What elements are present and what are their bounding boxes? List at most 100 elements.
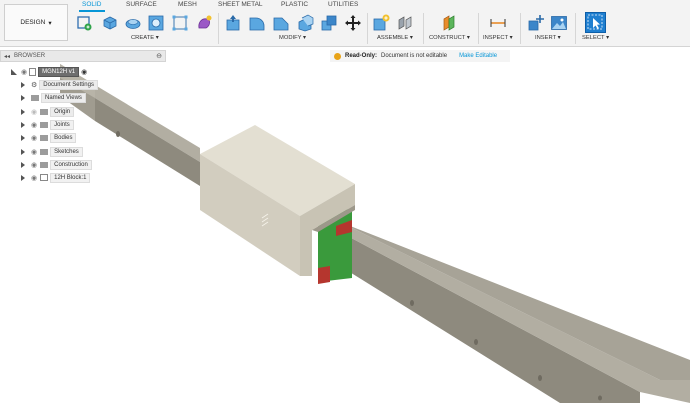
new-component-icon[interactable] [372, 14, 390, 32]
expand-triangle-icon[interactable] [21, 161, 25, 168]
chamfer-icon[interactable] [272, 14, 290, 32]
radio-active-icon[interactable]: ◉ [81, 68, 87, 76]
folder-icon [31, 94, 39, 101]
folder-icon [40, 148, 49, 155]
fillet-icon[interactable] [248, 14, 266, 32]
tab-plastic[interactable]: PLASTIC [281, 1, 308, 8]
folder-icon [40, 134, 49, 141]
insert-derive-icon[interactable] [527, 14, 545, 32]
expand-triangle-icon[interactable] [21, 174, 25, 181]
eye-icon[interactable]: ◉ [31, 174, 37, 182]
design-workspace-button[interactable]: DESIGN ▾ [4, 4, 68, 41]
toolbar-separator [575, 13, 576, 44]
expand-triangle-icon[interactable] [21, 81, 25, 88]
create-menu[interactable]: CREATE ▾ [131, 35, 159, 41]
browser-root-label[interactable]: MGN12H v1 [38, 66, 80, 77]
shell-icon[interactable] [296, 14, 314, 32]
eye-icon[interactable]: ◉ [21, 68, 27, 76]
folder-icon [40, 108, 49, 115]
move-copy-icon[interactable] [344, 14, 362, 32]
toolbar-separator [478, 13, 479, 44]
caret-down-icon: ▾ [48, 19, 52, 27]
modify-menu[interactable]: MODIFY ▾ [279, 35, 306, 41]
browser-title: BROWSER [14, 53, 46, 59]
browser-item-label: Joints [50, 119, 74, 130]
tab-sheet-metal[interactable]: SHEET METAL [218, 1, 263, 8]
tab-surface[interactable]: SURFACE [126, 1, 157, 8]
browser-item-label: Named Views [41, 92, 86, 103]
browser-item-12h-block[interactable]: ◉ 12H Block:1 [21, 172, 91, 183]
assemble-menu[interactable]: ASSEMBLE ▾ [377, 35, 413, 41]
expand-triangle-icon[interactable] [21, 121, 25, 128]
eye-icon[interactable]: ◉ [31, 121, 37, 129]
select-label: SELECT [582, 35, 605, 41]
select-menu[interactable]: SELECT ▾ [582, 35, 609, 41]
browser-panel-header[interactable]: ◂◂ BROWSER ⊖ [0, 50, 166, 62]
toolbar-separator [218, 13, 219, 44]
insert-menu[interactable]: INSERT ▾ [535, 35, 561, 41]
expand-triangle-icon[interactable] [21, 108, 25, 115]
measure-icon[interactable] [489, 14, 507, 32]
insert-image-icon[interactable] [550, 14, 568, 32]
hole-icon[interactable] [147, 14, 165, 32]
combine-icon[interactable] [320, 14, 338, 32]
browser-item-construction[interactable]: ◉ Construction [21, 159, 92, 170]
pattern-icon[interactable] [171, 14, 189, 32]
3d-viewport[interactable] [0, 47, 690, 403]
expanded-triangle-icon[interactable] [11, 68, 17, 75]
assemble-label: ASSEMBLE [377, 35, 409, 41]
browser-root-row[interactable]: ◉ MGN12H v1 ◉ [11, 66, 87, 77]
browser-item-sketches[interactable]: ◉ Sketches [21, 146, 83, 157]
eye-icon[interactable]: ◉ [31, 148, 37, 156]
revolve-icon[interactable] [124, 14, 142, 32]
lock-icon [334, 52, 341, 60]
eye-icon[interactable]: ◉ [31, 161, 37, 169]
expand-triangle-icon[interactable] [21, 148, 25, 155]
expand-triangle-icon[interactable] [21, 134, 25, 141]
browser-item-label: 12H Block:1 [50, 172, 91, 183]
toolbar-separator [367, 13, 368, 44]
block-end-seal-red [318, 266, 330, 284]
folder-icon [40, 161, 49, 168]
browser-item-bodies[interactable]: ◉ Bodies [21, 132, 77, 143]
construct-menu[interactable]: CONSTRUCT ▾ [429, 35, 470, 41]
insert-label: INSERT [535, 35, 557, 41]
collapse-panel-icon[interactable]: ◂◂ [4, 53, 10, 60]
tab-mesh[interactable]: MESH [178, 1, 197, 8]
read-only-title: Read-Only: [345, 53, 378, 59]
active-tab-indicator [79, 10, 105, 12]
browser-item-document-settings[interactable]: ⚙ Document Settings [21, 79, 98, 90]
offset-plane-icon[interactable] [440, 14, 458, 32]
rail-side-face [340, 232, 640, 403]
toolbar: DESIGN ▾ SOLID SURFACE MESH SHEET METAL … [0, 0, 690, 47]
browser-item-label: Construction [50, 159, 92, 170]
read-only-banner: Read-Only: Document is not editable Make… [330, 50, 510, 62]
select-icon[interactable] [585, 12, 606, 33]
read-only-message: Document is not editable [381, 53, 448, 59]
tab-solid[interactable]: SOLID [82, 1, 102, 8]
joint-icon[interactable] [396, 14, 414, 32]
create-sketch-icon[interactable] [76, 14, 94, 32]
document-icon [29, 67, 37, 76]
inspect-label: INSPECT [483, 35, 509, 41]
browser-item-label: Origin [50, 106, 75, 117]
eye-icon[interactable]: ◉ [31, 134, 37, 142]
extrude-icon[interactable] [101, 14, 119, 32]
browser-item-origin[interactable]: ◉ Origin [21, 106, 75, 117]
modify-label: MODIFY [279, 35, 302, 41]
press-pull-icon[interactable] [224, 14, 242, 32]
make-editable-button[interactable]: Make Editable [459, 53, 497, 59]
design-label: DESIGN [20, 19, 46, 26]
inspect-menu[interactable]: INSPECT ▾ [483, 35, 513, 41]
eye-hidden-icon[interactable]: ◉ [31, 108, 37, 116]
browser-item-joints[interactable]: ◉ Joints [21, 119, 74, 130]
expand-triangle-icon[interactable] [21, 94, 25, 101]
browser-item-label: Bodies [50, 132, 77, 143]
panel-options-icon[interactable]: ⊖ [156, 52, 162, 60]
browser-item-label: Document Settings [39, 79, 98, 90]
browser-item-named-views[interactable]: Named Views [21, 92, 86, 103]
tab-utilities[interactable]: UTILITIES [328, 1, 358, 8]
create-form-icon[interactable] [195, 14, 213, 32]
folder-icon [40, 121, 49, 128]
create-label: CREATE [131, 35, 155, 41]
